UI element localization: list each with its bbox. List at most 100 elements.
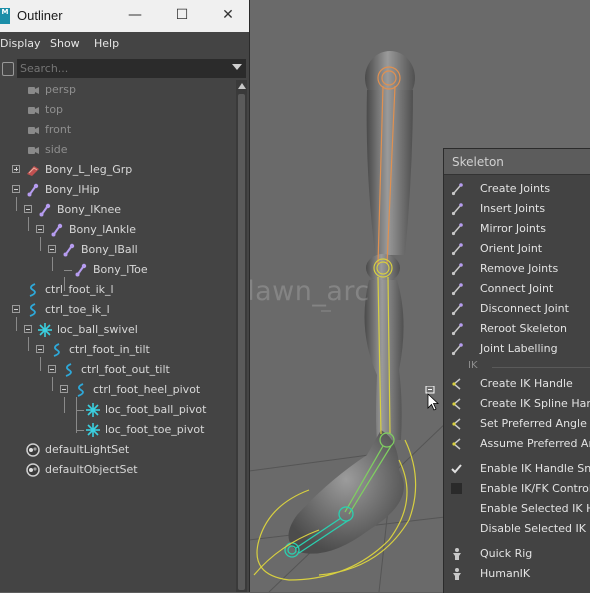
outliner-item-side[interactable]: side [0,140,236,160]
menu-item-enable-ik-fk-control[interactable]: Enable IK/FK Control [444,479,590,499]
window-title: Outliner [17,8,63,23]
collapse-icon[interactable] [48,245,56,253]
outliner-item-label: loc_ball_swivel [57,323,138,336]
collapse-icon[interactable] [48,365,56,373]
outliner-item-bony-lhip[interactable]: Bony_lHip [0,180,236,200]
ik-tool-icon [450,377,464,391]
outliner-item-bony-ltoe[interactable]: Bony_lToe [0,260,236,280]
checkbox-icon [450,482,464,496]
collapse-icon[interactable] [36,225,44,233]
menu-item-connect-joint[interactable]: Connect Joint [444,279,590,299]
collapse-icon[interactable] [24,325,32,333]
outliner-item-bony-lankle[interactable]: Bony_lAnkle [0,220,236,240]
menu-item-remove-joints[interactable]: Remove Joints [444,259,590,279]
skeleton-menu-title-bar[interactable]: Skeleton [444,149,590,175]
outliner-item-label: side [45,143,68,156]
collapse-icon[interactable] [12,185,20,193]
outliner-item-bony-l-leg-grp[interactable]: Bony_L_leg_Grp [0,160,236,180]
menu-item-enable-selected-ik-ha[interactable]: Enable Selected IK Ha [444,499,590,519]
menu-item-enable-ik-handle-snap[interactable]: Enable IK Handle Snap [444,459,590,479]
menu-display[interactable]: Display [0,37,41,50]
joint-tool-icon [450,242,464,256]
camera-icon [25,102,41,118]
menu-help[interactable]: Help [94,37,119,50]
curve-icon [49,342,65,358]
outliner-titlebar[interactable]: M Outliner — ☐ ✕ [0,0,249,32]
collapse-icon[interactable] [36,345,44,353]
joint-tool-icon [450,342,464,356]
menu-item-assume-preferred-ang[interactable]: Assume Preferred Ang [444,434,590,454]
outliner-item-label: ctrl_toe_ik_l [45,303,110,316]
ik-section-header: IK [468,360,478,371]
menu-item-joint-labelling[interactable]: Joint Labelling [444,339,590,359]
vertical-scrollbar[interactable] [236,80,247,592]
search-input[interactable] [17,59,246,78]
outliner-item-bony-lknee[interactable]: Bony_lKnee [0,200,236,220]
menu-item-label: Mirror Joints [480,222,546,235]
rig-tool-icon [450,547,464,561]
menu-item-humanik[interactable]: HumanIK [444,564,590,584]
minimize-button[interactable]: — [123,4,147,26]
outliner-item-label: defaultLightSet [45,443,130,456]
search-dropdown-icon[interactable] [232,64,242,70]
menu-item-label: Remove Joints [480,262,559,275]
menu-item-disable-selected-ik-ha[interactable]: Disable Selected IK Ha [444,519,590,539]
menu-item-create-ik-spline-hand[interactable]: Create IK Spline Hand [444,394,590,414]
outliner-item-loc-foot-toe-pivot[interactable]: loc_foot_toe_pivot [0,420,236,440]
menu-item-quick-rig[interactable]: Quick Rig [444,544,590,564]
outliner-item-top[interactable]: top [0,100,236,120]
checkmark-icon [450,462,464,476]
group-icon [25,162,41,178]
menu-item-reroot-skeleton[interactable]: Reroot Skeleton [444,319,590,339]
menu-item-mirror-joints[interactable]: Mirror Joints [444,219,590,239]
collapse-icon[interactable] [24,205,32,213]
joint-tool-icon [450,202,464,216]
menu-item-insert-joints[interactable]: Insert Joints [444,199,590,219]
scrollbar-thumb[interactable] [238,94,245,590]
menu-item-label: Orient Joint [480,242,543,255]
outliner-item-defaultlightset[interactable]: defaultLightSet [0,440,236,460]
outliner-item-label: Bony_lKnee [57,203,122,216]
outliner-item-defaultobjectset[interactable]: defaultObjectSet [0,460,236,480]
outliner-item-ctrl-foot-out-tilt[interactable]: ctrl_foot_out_tilt [0,360,236,380]
menu-item-orient-joint[interactable]: Orient Joint [444,239,590,259]
outliner-item-loc-ball-swivel[interactable]: loc_ball_swivel [0,320,236,340]
outliner-item-ctrl-foot-ik-l[interactable]: ctrl_foot_ik_l [0,280,236,300]
menu-item-create-ik-handle[interactable]: Create IK Handle [444,374,590,394]
outliner-item-persp[interactable]: persp [0,80,236,100]
ik-tool-icon [450,417,464,431]
close-button[interactable]: ✕ [216,4,240,26]
outliner-item-label: ctrl_foot_heel_pivot [93,383,201,396]
menu-item-set-preferred-angle[interactable]: Set Preferred Angle [444,414,590,434]
menu-item-label: Assume Preferred Ang [480,437,590,450]
menu-item-label: Create Joints [480,182,551,195]
menu-item-disconnect-joint[interactable]: Disconnect Joint [444,299,590,319]
collapse-icon[interactable] [12,305,20,313]
filter-icon[interactable] [2,62,14,76]
ik-tool-icon [450,522,464,536]
expand-icon[interactable] [12,165,20,173]
joint-icon [37,202,53,218]
joint-icon [25,182,41,198]
menu-item-label: Disable Selected IK Ha [480,522,590,535]
maximize-button[interactable]: ☐ [170,4,194,26]
outliner-item-front[interactable]: front [0,120,236,140]
outliner-item-ctrl-toe-ik-l[interactable]: ctrl_toe_ik_l [0,300,236,320]
outliner-item-label: Bony_L_leg_Grp [45,163,133,176]
outliner-item-label: Bony_lBall [81,243,138,256]
outliner-item-bony-lball[interactable]: Bony_lBall [0,240,236,260]
locator-icon [85,402,101,418]
joint-tool-icon [450,302,464,316]
outliner-item-ctrl-foot-in-tilt[interactable]: ctrl_foot_in_tilt [0,340,236,360]
ik-tool-icon [450,502,464,516]
menu-show[interactable]: Show [50,37,80,50]
outliner-item-loc-foot-ball-pivot[interactable]: loc_foot_ball_pivot [0,400,236,420]
outliner-item-ctrl-foot-heel-pivot[interactable]: ctrl_foot_heel_pivot [0,380,236,400]
scroll-up-arrow-icon[interactable] [238,83,246,89]
outliner-item-label: ctrl_foot_ik_l [45,283,114,296]
ik-tool-icon [450,437,464,451]
menu-item-create-joints[interactable]: Create Joints [444,179,590,199]
locator-icon [37,322,53,338]
collapse-icon[interactable] [60,385,68,393]
outliner-item-label: front [45,123,72,136]
